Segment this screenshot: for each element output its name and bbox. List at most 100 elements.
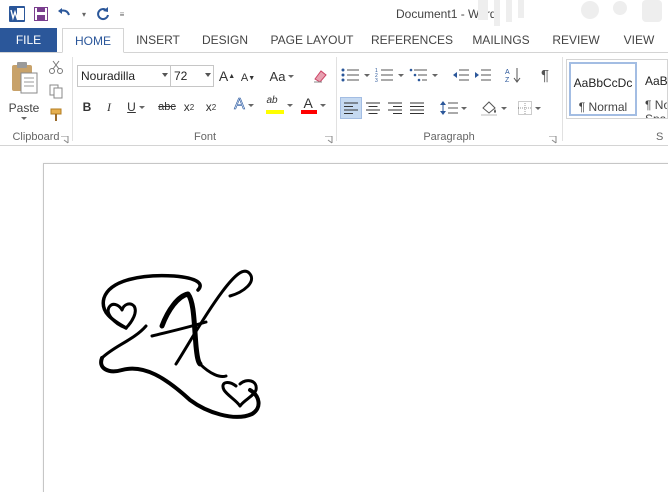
- borders-icon: [517, 101, 532, 115]
- font-color-label: A: [303, 95, 313, 111]
- tab-review[interactable]: REVIEW: [548, 28, 604, 52]
- format-painter-icon[interactable]: [46, 105, 66, 125]
- underline-button[interactable]: U: [124, 97, 148, 117]
- bold-button[interactable]: B: [78, 97, 96, 117]
- style-name: ¶ Normal: [578, 100, 628, 114]
- grow-font-label: A: [218, 68, 229, 84]
- font-color-button[interactable]: A: [298, 95, 328, 115]
- grow-font-button[interactable]: A ▲: [218, 66, 236, 86]
- paragraph-group: 123 AZ ¶ Paragraph: [338, 53, 560, 145]
- highlight-swatch: [265, 110, 284, 114]
- styles-gallery: AaBbCcDc ¶ Normal AaBbCcDc ¶ No Spac...: [566, 59, 668, 119]
- title-bar-decoration: [470, 0, 668, 28]
- word-icon[interactable]: [6, 4, 28, 24]
- style-preview: AaBbCcDc: [573, 76, 633, 90]
- highlight-label: ab: [266, 95, 278, 106]
- subscript-marker: 2: [189, 102, 195, 112]
- document-page[interactable]: [43, 163, 668, 492]
- text-effects-label: A: [234, 96, 245, 114]
- style-normal[interactable]: AaBbCcDc ¶ Normal: [569, 62, 637, 116]
- tab-view[interactable]: VIEW: [616, 28, 662, 52]
- paste-label: Paste: [8, 101, 40, 115]
- bullets-button[interactable]: [340, 64, 370, 86]
- copy-icon[interactable]: [46, 81, 66, 101]
- svg-text:Z: Z: [505, 77, 510, 83]
- font-size-combobox[interactable]: 72: [170, 65, 214, 87]
- save-icon[interactable]: [30, 4, 52, 24]
- align-right-icon[interactable]: [384, 97, 406, 119]
- line-spacing-button[interactable]: [438, 97, 468, 119]
- font-color-swatch: [300, 110, 317, 114]
- decrease-indent-icon[interactable]: [450, 64, 472, 86]
- bullets-icon: [341, 68, 359, 82]
- group-separator: [562, 57, 563, 141]
- customize-qat-icon[interactable]: ≡: [116, 4, 128, 24]
- borders-button[interactable]: [514, 97, 544, 119]
- tab-design[interactable]: DESIGN: [196, 28, 254, 52]
- clipboard-dialog-launcher-icon[interactable]: [61, 133, 69, 144]
- superscript-marker: 2: [211, 102, 217, 112]
- clear-formatting-icon[interactable]: [310, 66, 330, 86]
- change-case-label: Aa: [269, 68, 286, 84]
- highlight-color-button[interactable]: ab: [264, 95, 294, 115]
- paste-dropdown-icon[interactable]: [21, 117, 27, 120]
- tab-mailings[interactable]: MAILINGS: [466, 28, 536, 52]
- shrink-font-label: A: [240, 72, 249, 84]
- title-bar: ▾ ≡ Document1 - Word: [0, 0, 668, 28]
- pilcrow-icon[interactable]: ¶: [534, 64, 556, 86]
- cut-icon[interactable]: [46, 57, 66, 77]
- numbering-button[interactable]: 123: [374, 64, 404, 86]
- font-name-combobox[interactable]: Nouradilla: [77, 65, 171, 87]
- shading-button[interactable]: [478, 97, 508, 119]
- text-effects-button[interactable]: A: [230, 95, 258, 115]
- paste-button[interactable]: Paste: [4, 59, 44, 121]
- change-case-button[interactable]: Aa: [266, 66, 298, 86]
- document-area: [0, 147, 668, 492]
- font-group: Nouradilla 72 A▲ A▼ Aa B I U abc x2 x2: [74, 53, 336, 145]
- style-preview: AaBbCcDc: [645, 74, 668, 88]
- tab-references[interactable]: REFERENCES: [370, 28, 454, 52]
- svg-text:A: A: [505, 69, 510, 76]
- redo-icon[interactable]: [92, 4, 114, 24]
- tab-insert[interactable]: INSERT: [130, 28, 186, 52]
- align-left-icon[interactable]: [340, 97, 362, 119]
- tab-file[interactable]: FILE: [0, 28, 57, 52]
- chevron-down-icon: [162, 73, 168, 77]
- italic-button[interactable]: I: [100, 97, 118, 117]
- underline-label: U: [127, 100, 136, 114]
- font-dialog-launcher-icon[interactable]: [325, 133, 333, 144]
- shrink-font-button[interactable]: A ▼: [240, 68, 256, 88]
- undo-dropdown-icon[interactable]: ▾: [78, 4, 90, 24]
- style-no-spacing[interactable]: AaBbCcDc ¶ No Spac...: [641, 62, 668, 119]
- strikethrough-button[interactable]: abc: [156, 97, 178, 117]
- superscript-button[interactable]: x2: [202, 97, 220, 117]
- subscript-button[interactable]: x2: [180, 97, 198, 117]
- multilevel-list-icon: [409, 68, 427, 82]
- multilevel-list-button[interactable]: [408, 64, 438, 86]
- align-center-icon[interactable]: [362, 97, 384, 119]
- font-name-value: Nouradilla: [81, 69, 136, 83]
- quick-access-toolbar: ▾ ≡: [6, 4, 128, 24]
- tab-home[interactable]: HOME: [62, 28, 124, 53]
- numbering-icon: 123: [375, 68, 393, 82]
- clipboard-paste-icon: [12, 62, 38, 94]
- styles-group-label: S: [656, 131, 664, 143]
- group-separator: [72, 57, 73, 141]
- chevron-down-icon: [205, 73, 211, 77]
- justify-icon[interactable]: [406, 97, 428, 119]
- script-letter-a-glyph: [99, 269, 261, 419]
- font-group-label: Font: [193, 131, 216, 143]
- paragraph-group-label: Paragraph: [423, 131, 475, 143]
- tab-page-layout[interactable]: PAGE LAYOUT: [264, 28, 360, 52]
- clipboard-group: Paste Clipboard: [0, 53, 72, 145]
- font-size-value: 72: [174, 69, 188, 83]
- ribbon: Paste Clipboard Nouradilla 72 A ▲ A ▼ Aa…: [0, 52, 668, 146]
- line-spacing-icon: [439, 101, 458, 115]
- undo-icon[interactable]: [54, 4, 76, 24]
- style-name: ¶ No Spac...: [645, 98, 667, 119]
- group-separator: [336, 57, 337, 141]
- paragraph-dialog-launcher-icon[interactable]: [549, 133, 557, 144]
- sort-icon[interactable]: AZ: [502, 64, 524, 86]
- increase-indent-icon[interactable]: [472, 64, 494, 86]
- ribbon-tabs: FILE HOME INSERT DESIGN PAGE LAYOUT REFE…: [0, 28, 668, 53]
